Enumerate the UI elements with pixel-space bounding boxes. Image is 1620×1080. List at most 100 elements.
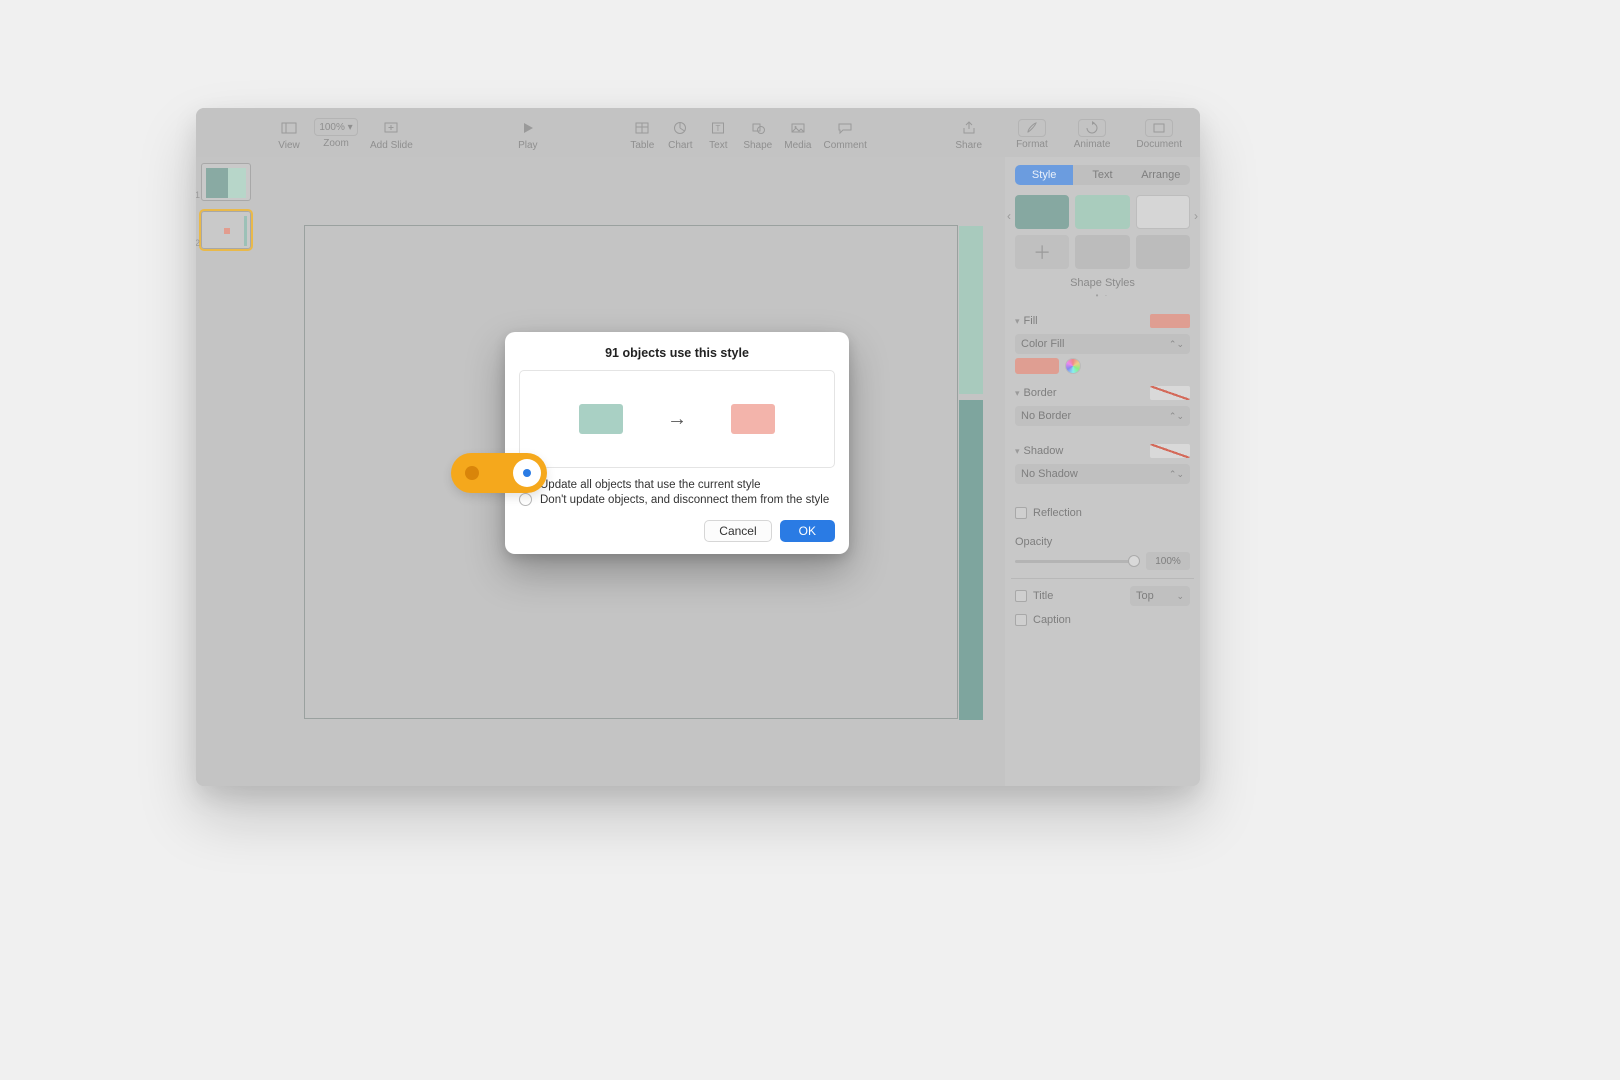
plus-icon bbox=[378, 118, 404, 138]
chevron-updown-icon: ⌃⌄ bbox=[1169, 339, 1184, 350]
color-wheel-icon[interactable] bbox=[1065, 358, 1081, 374]
inspector-tabs[interactable]: Style Text Arrange bbox=[1015, 165, 1190, 185]
shape-rect-teal[interactable] bbox=[959, 400, 983, 720]
tb-comment[interactable]: Comment bbox=[824, 118, 867, 151]
style-add[interactable]: ＋ bbox=[1015, 235, 1069, 269]
svg-text:T: T bbox=[716, 124, 721, 133]
styles-next-icon[interactable]: › bbox=[1194, 209, 1198, 223]
tb-zoom-label: Zoom bbox=[323, 138, 349, 149]
style-swatch[interactable] bbox=[1015, 195, 1069, 229]
disclosure-icon[interactable]: ▾ bbox=[1015, 388, 1020, 398]
tb-animate-label: Animate bbox=[1074, 139, 1111, 150]
play-icon bbox=[515, 118, 541, 138]
tb-document-label: Document bbox=[1136, 139, 1182, 150]
tb-shape[interactable]: Shape bbox=[743, 118, 772, 151]
tb-zoom[interactable]: 100% ▾ Zoom bbox=[314, 118, 358, 149]
style-swatch[interactable] bbox=[1075, 195, 1129, 229]
tb-text-label: Text bbox=[709, 140, 727, 151]
arrow-right-icon: → bbox=[667, 408, 687, 431]
title-row[interactable]: Title Top ⌄ bbox=[1015, 587, 1190, 605]
dialog-title: 91 objects use this style bbox=[519, 346, 835, 360]
zoom-value[interactable]: 100% ▾ bbox=[314, 118, 358, 136]
tb-table-label: Table bbox=[630, 140, 654, 151]
shadow-type-select[interactable]: No Shadow ⌃⌄ bbox=[1015, 464, 1190, 484]
border-swatch[interactable] bbox=[1150, 386, 1190, 400]
tutorial-highlight bbox=[451, 453, 547, 493]
tb-play[interactable]: Play bbox=[515, 118, 541, 151]
reflection-row[interactable]: Reflection bbox=[1015, 504, 1190, 522]
tb-play-label: Play bbox=[518, 140, 537, 151]
cancel-button[interactable]: Cancel bbox=[704, 520, 771, 542]
style-swatch[interactable] bbox=[1075, 235, 1129, 269]
tb-chart-label: Chart bbox=[668, 140, 692, 151]
reflection-checkbox[interactable] bbox=[1015, 507, 1027, 519]
share-icon bbox=[956, 118, 982, 138]
border-type-select[interactable]: No Border ⌃⌄ bbox=[1015, 406, 1190, 426]
disclosure-icon[interactable]: ▾ bbox=[1015, 446, 1020, 456]
tb-animate[interactable]: Animate bbox=[1074, 119, 1111, 150]
chevron-updown-icon: ⌃⌄ bbox=[1169, 411, 1184, 422]
title-label: Title bbox=[1033, 590, 1053, 602]
slide-navigator[interactable]: 1 2 bbox=[196, 157, 256, 786]
tb-format[interactable]: Format bbox=[1016, 119, 1048, 150]
tb-comment-label: Comment bbox=[824, 140, 867, 151]
style-update-dialog: 91 objects use this style → Update all o… bbox=[505, 332, 849, 554]
shadow-swatch[interactable] bbox=[1150, 444, 1190, 458]
tb-media-label: Media bbox=[784, 140, 811, 151]
slide-thumb-2[interactable]: 2 bbox=[201, 211, 251, 249]
styles-prev-icon[interactable]: ‹ bbox=[1007, 209, 1011, 223]
style-swatch[interactable] bbox=[1136, 235, 1190, 269]
opacity-value: 100% bbox=[1155, 556, 1181, 567]
shape-rect-mint[interactable] bbox=[959, 226, 983, 394]
tb-add-slide-label: Add Slide bbox=[370, 140, 413, 151]
fill-swatch[interactable] bbox=[1150, 314, 1190, 328]
title-position-value: Top bbox=[1136, 590, 1154, 602]
radio-button[interactable] bbox=[519, 493, 532, 506]
tb-format-label: Format bbox=[1016, 139, 1048, 150]
tb-table[interactable]: Table bbox=[629, 118, 655, 151]
radio-label: Don't update objects, and disconnect the… bbox=[540, 494, 829, 506]
shape-icon bbox=[745, 118, 771, 138]
caption-label: Caption bbox=[1033, 614, 1071, 626]
tb-add-slide[interactable]: Add Slide bbox=[370, 118, 413, 151]
tb-text[interactable]: T Text bbox=[705, 118, 731, 151]
toolbar: View 100% ▾ Zoom Add Slide Play Table bbox=[196, 108, 1200, 157]
fill-type-select[interactable]: Color Fill ⌃⌄ bbox=[1015, 334, 1190, 354]
style-preview: → bbox=[519, 370, 835, 468]
opacity-stepper[interactable]: 100% bbox=[1146, 552, 1190, 570]
tab-text[interactable]: Text bbox=[1073, 165, 1131, 185]
shadow-label: Shadow bbox=[1024, 445, 1064, 457]
slide-number: 1 bbox=[196, 190, 200, 200]
tab-arrange[interactable]: Arrange bbox=[1132, 165, 1190, 185]
tb-view-label: View bbox=[278, 140, 300, 151]
slide-thumb-1[interactable]: 1 bbox=[201, 163, 251, 201]
fill-color-chip[interactable] bbox=[1015, 358, 1059, 374]
tb-document[interactable]: Document bbox=[1136, 119, 1182, 150]
title-position-select[interactable]: Top ⌄ bbox=[1130, 586, 1190, 606]
ok-button[interactable]: OK bbox=[780, 520, 835, 542]
media-icon bbox=[785, 118, 811, 138]
radio-disconnect[interactable]: Don't update objects, and disconnect the… bbox=[519, 493, 835, 506]
highlight-focus-icon bbox=[513, 459, 541, 487]
tab-style[interactable]: Style bbox=[1015, 165, 1073, 185]
tb-media[interactable]: Media bbox=[784, 118, 811, 151]
border-label: Border bbox=[1024, 387, 1057, 399]
page-dots[interactable]: • · bbox=[1015, 291, 1190, 300]
caption-row[interactable]: Caption bbox=[1015, 611, 1190, 629]
border-type-value: No Border bbox=[1021, 410, 1071, 422]
table-icon bbox=[629, 118, 655, 138]
tb-chart[interactable]: Chart bbox=[667, 118, 693, 151]
style-swatch[interactable] bbox=[1136, 195, 1190, 229]
tb-share-label: Share bbox=[955, 140, 982, 151]
radio-update-all[interactable]: Update all objects that use the current … bbox=[519, 478, 835, 491]
fill-type-value: Color Fill bbox=[1021, 338, 1064, 350]
text-icon: T bbox=[705, 118, 731, 138]
title-checkbox[interactable] bbox=[1015, 590, 1027, 602]
tb-view[interactable]: View bbox=[276, 118, 302, 151]
disclosure-icon[interactable]: ▾ bbox=[1015, 316, 1020, 326]
slider-thumb[interactable] bbox=[1128, 555, 1140, 567]
tb-share[interactable]: Share bbox=[955, 118, 982, 151]
opacity-slider[interactable] bbox=[1015, 560, 1140, 563]
chevron-updown-icon: ⌄ bbox=[1176, 591, 1184, 602]
caption-checkbox[interactable] bbox=[1015, 614, 1027, 626]
